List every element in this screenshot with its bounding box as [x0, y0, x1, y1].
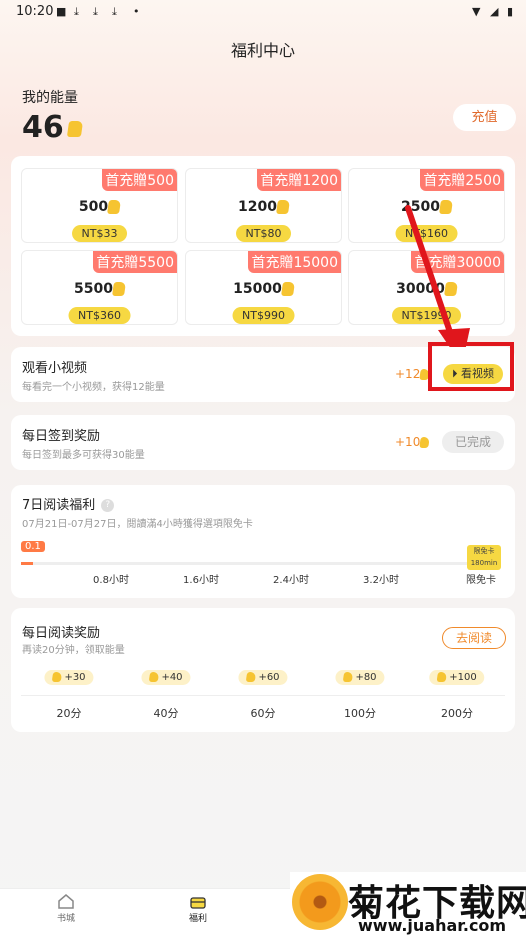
package-price: NT$990 [232, 307, 295, 324]
tab-bookstore[interactable]: 书城 [36, 893, 96, 924]
home-icon [58, 894, 74, 909]
notification-icon: ■ [56, 5, 67, 18]
energy-coin-icon [51, 672, 63, 682]
progress-tick: 2.4小时 [273, 575, 309, 586]
recharge-button[interactable]: 充值 [453, 104, 516, 131]
package-amount: 15000 [186, 281, 341, 297]
first-charge-badge: 首充贈1200 [257, 169, 341, 191]
watermark-logo: 菊花下载网 www.juahar.com [290, 872, 526, 935]
highlight-box [428, 342, 514, 391]
download-icon: ⤓ [112, 5, 117, 18]
task-name: 每日签到奖励 [22, 429, 101, 444]
dot-icon: • [133, 5, 140, 18]
package-card[interactable]: 首充贈5500 5500 NT$360 [21, 250, 178, 325]
package-amount: 1200 [186, 199, 341, 215]
status-time: 10:20 [16, 4, 54, 19]
progress-fill [21, 562, 33, 565]
package-amount: 5500 [22, 281, 177, 297]
section-desc: 07月21日-07月27日，閱讀滿4小時獲得選項限免卡 [22, 519, 253, 530]
first-charge-badge: 首充贈2500 [420, 169, 504, 191]
page-title: 福利中心 [230, 41, 295, 60]
free-card-icon: 限免卡 180min [467, 545, 501, 570]
signal-icon: ◢ [490, 5, 499, 18]
first-charge-badge: 首充贈5500 [93, 251, 177, 273]
progress-tick: 1.6小时 [183, 575, 219, 586]
package-card[interactable]: 首充贈1200 1200 NT$80 [185, 168, 342, 243]
reward-minutes: 20分 [56, 707, 82, 720]
section-title: 7日阅读福利? [22, 494, 115, 513]
package-amount: 500 [22, 199, 177, 215]
energy-coin-icon [107, 200, 122, 214]
download-icon: ⤓ [74, 5, 79, 18]
energy-coin-icon [280, 282, 295, 296]
go-read-button[interactable]: 去阅读 [442, 627, 506, 649]
section-desc: 再读20分钟，领取能量 [22, 645, 125, 656]
reward-minutes: 60分 [250, 707, 276, 720]
gift-icon [190, 897, 206, 909]
task-desc: 每日签到最多可获得30能量 [22, 450, 145, 461]
progress-label: 0.1 [21, 541, 45, 552]
package-card[interactable]: 首充贈15000 15000 NT$990 [185, 250, 342, 325]
energy-coin-icon [342, 672, 354, 682]
reward-minutes: 100分 [344, 707, 376, 720]
energy-coin-icon [148, 672, 160, 682]
energy-amount: 46 [22, 110, 64, 145]
task-name: 观看小视频 [22, 361, 88, 376]
energy-coin-icon [276, 200, 290, 214]
watermark-url: www.juahar.com [358, 916, 507, 935]
reward-divider [21, 695, 505, 696]
reward-pill: +30 [44, 670, 94, 685]
first-charge-badge: 首充贈15000 [248, 251, 341, 273]
status-bar: 10:20 ■ ⤓ ⤓ ⤓ • ▼ ◢ ▮ [0, 0, 526, 24]
progress-tick: 0.8小时 [93, 575, 129, 586]
battery-icon: ▮ [507, 5, 514, 18]
energy-label: 我的能量 [22, 90, 78, 106]
reward-pill: +60 [238, 670, 288, 685]
reward-pill: +100 [429, 670, 485, 685]
energy-coin-icon [112, 282, 126, 296]
section-title: 每日阅读奖励 [22, 626, 101, 641]
flower-icon [292, 874, 348, 930]
tab-welfare[interactable]: 福利 [168, 893, 228, 924]
progress-track [21, 562, 481, 565]
task-reward: +12 [395, 367, 431, 381]
task-reward: +10 [395, 435, 431, 449]
package-price: NT$80 [235, 225, 292, 242]
reward-pill: +40 [141, 670, 191, 685]
first-charge-badge: 首充贈500 [102, 169, 177, 191]
progress-tick: 3.2小时 [363, 575, 399, 586]
reward-minutes: 200分 [441, 707, 473, 720]
help-icon[interactable]: ? [101, 499, 115, 512]
energy-coin-icon [436, 672, 447, 682]
energy-coin-icon [419, 437, 431, 448]
package-card[interactable]: 首充贈500 500 NT$33 [21, 168, 178, 243]
reward-pill: +80 [335, 670, 385, 685]
energy-value: 46 [22, 110, 83, 145]
progress-tick-card: 限免卡 [466, 575, 496, 586]
energy-coin-icon [245, 672, 257, 682]
download-icon: ⤓ [93, 5, 98, 18]
task-desc: 每看完一个小视频，获得12能量 [22, 382, 165, 393]
reward-minutes: 40分 [153, 707, 179, 720]
wifi-icon: ▼ [472, 5, 481, 18]
task-daily-signin: 每日签到奖励 每日签到最多可获得30能量 +10 已完成 [11, 415, 515, 470]
package-price: NT$360 [68, 307, 131, 324]
energy-coin-icon [66, 120, 83, 137]
daily-reading-rewards: 每日阅读奖励 再读20分钟，领取能量 去阅读 +30 +40 +60 +80 +… [11, 608, 515, 732]
package-price: NT$33 [71, 225, 128, 242]
seven-day-reading: 7日阅读福利? 07月21日-07月27日，閱讀滿4小時獲得選項限免卡 0.1 … [11, 485, 515, 598]
signin-done-button[interactable]: 已完成 [442, 431, 504, 453]
